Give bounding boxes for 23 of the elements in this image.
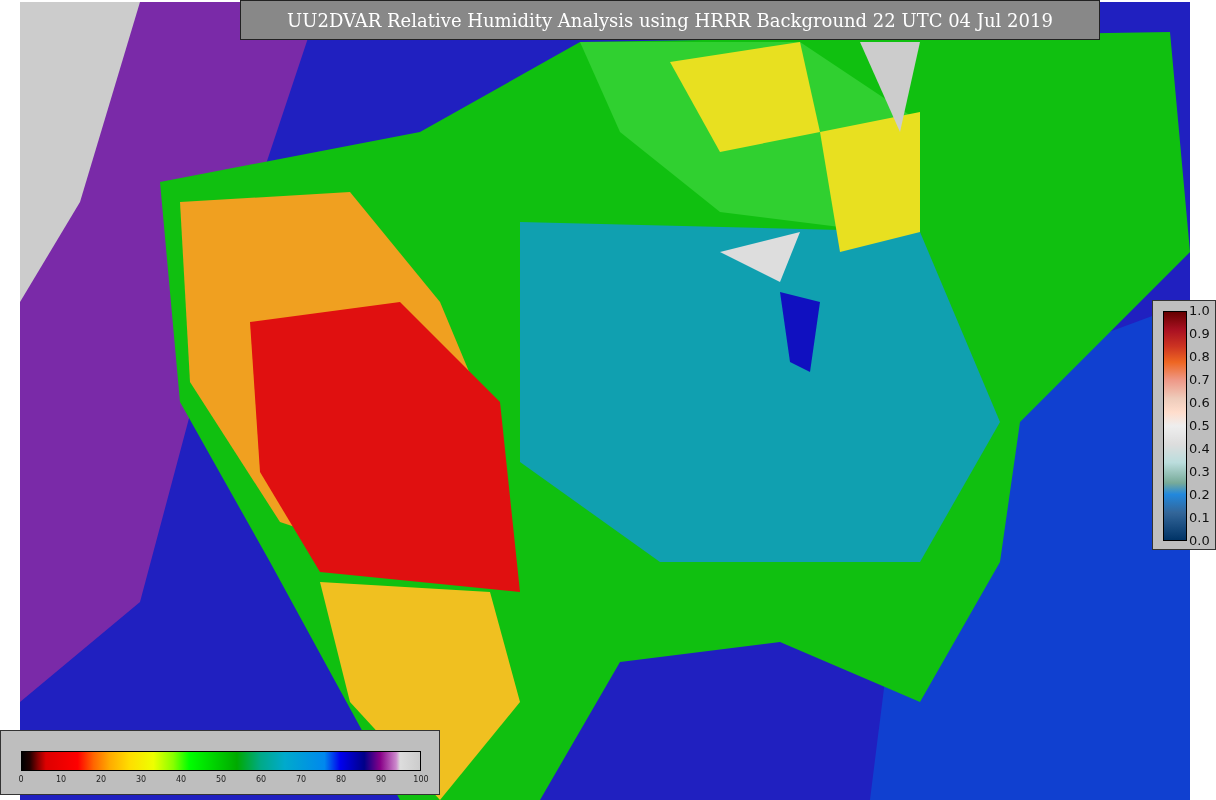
tick-label: 0.9 xyxy=(1189,326,1210,341)
tick-label: 0.8 xyxy=(1189,349,1210,364)
tick-label: 1.0 xyxy=(1189,303,1210,318)
tick-label: 40 xyxy=(174,775,188,784)
tick-label: 0 xyxy=(17,775,25,784)
tick-label: 0.1 xyxy=(1189,510,1210,525)
tick-label: 0.2 xyxy=(1189,487,1210,502)
tick-label: 0.7 xyxy=(1189,372,1210,387)
tick-label: 60 xyxy=(254,775,268,784)
tick-label: 0.6 xyxy=(1189,395,1210,410)
tick-label: 20 xyxy=(94,775,108,784)
chart-title: UU2DVAR Relative Humidity Analysis using HRRR Background 22 UTC 04 Jul 2019 xyxy=(240,0,1100,40)
tick-label: 30 xyxy=(134,775,148,784)
tick-label: 0.3 xyxy=(1189,464,1210,479)
tick-label: 80 xyxy=(334,775,348,784)
tick-label: 0.0 xyxy=(1189,533,1210,548)
tick-label: 50 xyxy=(214,775,228,784)
tick-label: 0.5 xyxy=(1189,418,1210,433)
tick-label: 0.4 xyxy=(1189,441,1210,456)
tick-label: 70 xyxy=(294,775,308,784)
tick-label: 90 xyxy=(374,775,388,784)
tick-label: 100 xyxy=(412,775,430,784)
tick-label: 10 xyxy=(54,775,68,784)
